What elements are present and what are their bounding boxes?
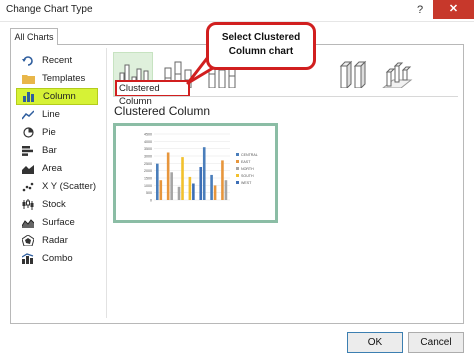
radar-chart-icon xyxy=(21,235,35,247)
subtype-3d-column[interactable] xyxy=(377,52,417,96)
sidebar-item-label: Pie xyxy=(42,127,56,138)
preview-bar xyxy=(188,176,192,200)
sidebar-item-stock[interactable]: Stock xyxy=(16,196,98,213)
preview-tick-label: 500 xyxy=(146,191,152,195)
preview-tick-label: 2000 xyxy=(144,169,152,173)
sidebar-item-templates[interactable]: Templates xyxy=(16,70,98,87)
preview-bar xyxy=(170,172,173,200)
preview-tick-label: 1500 xyxy=(144,177,152,181)
sidebar-divider xyxy=(106,48,107,318)
preview-bar xyxy=(166,152,170,200)
scatter-chart-icon xyxy=(21,181,35,193)
preview-bar xyxy=(192,183,195,200)
folder-icon xyxy=(21,73,35,85)
preview-bar xyxy=(199,167,203,200)
combo-chart-icon xyxy=(21,253,35,265)
sidebar-item-label: Radar xyxy=(42,235,68,246)
chart-category-list: Recent Templates Column Line Pie Bar Are… xyxy=(16,52,108,322)
help-button[interactable]: ? xyxy=(409,2,431,18)
line-chart-icon xyxy=(21,109,35,121)
sidebar-item-label: Column xyxy=(43,91,76,102)
preview-bar xyxy=(181,157,184,200)
preview-tick-label: 0 xyxy=(150,199,152,203)
3d-column-thumb-icon xyxy=(382,62,413,88)
gallery-separator xyxy=(113,96,458,97)
sidebar-item-label: Area xyxy=(42,163,63,174)
title-bar: Change Chart Type ? ✕ xyxy=(0,0,474,22)
tab-all-charts[interactable]: All Charts xyxy=(10,28,58,45)
sidebar-item-recent[interactable]: Recent xyxy=(16,52,98,69)
sidebar-item-label: Stock xyxy=(42,199,66,210)
column-chart-icon xyxy=(22,91,36,103)
preview-tick-label: 1000 xyxy=(144,184,152,188)
recent-icon xyxy=(21,55,35,67)
chart-preview[interactable]: 4500 4000 3500 3000 2500 2000 1500 1000 500 0 CENT… xyxy=(113,123,278,223)
close-button[interactable]: ✕ xyxy=(433,0,474,19)
sidebar-item-pie[interactable]: Pie xyxy=(16,124,98,141)
sidebar-item-combo[interactable]: Combo xyxy=(16,250,98,267)
preview-legend-label: WEST xyxy=(241,181,252,185)
sidebar-item-label: Combo xyxy=(42,253,73,264)
bar-chart-icon xyxy=(21,145,35,157)
preview-bar xyxy=(213,185,217,200)
preview-legend-swatch xyxy=(236,153,239,156)
subtype-3d-100-stacked-column[interactable] xyxy=(333,52,373,96)
preview-tick-label: 4500 xyxy=(144,133,152,137)
preview-legend-swatch xyxy=(236,181,239,184)
preview-legend-swatch xyxy=(236,160,239,163)
preview-legend-label: NORTH xyxy=(241,167,254,171)
sidebar-item-label: X Y (Scatter) xyxy=(42,181,97,192)
stock-chart-icon xyxy=(21,199,35,211)
sidebar-item-bar[interactable]: Bar xyxy=(16,142,98,159)
preview-legend-label: EAST xyxy=(241,160,251,164)
chart-subtype-title: Clustered Column xyxy=(114,104,211,118)
ok-button[interactable]: OK xyxy=(347,332,403,353)
sidebar-item-label: Bar xyxy=(42,145,57,156)
pie-chart-icon xyxy=(21,127,35,139)
preview-tick-label: 3000 xyxy=(144,155,152,159)
sidebar-item-label: Surface xyxy=(42,217,75,228)
preview-tick-label: 2500 xyxy=(144,162,152,166)
preview-tick-label: 4000 xyxy=(144,140,152,144)
sidebar-item-scatter[interactable]: X Y (Scatter) xyxy=(16,178,98,195)
preview-bar xyxy=(224,180,228,200)
sidebar-item-label: Line xyxy=(42,109,60,120)
preview-legend-swatch xyxy=(236,174,239,177)
preview-bar xyxy=(202,147,206,200)
sidebar-item-line[interactable]: Line xyxy=(16,106,98,123)
preview-legend-label: CENTRAL xyxy=(241,153,258,157)
sidebar-item-column[interactable]: Column xyxy=(16,88,98,105)
surface-chart-icon xyxy=(21,217,35,229)
sidebar-item-label: Recent xyxy=(42,55,73,66)
sidebar-item-area[interactable]: Area xyxy=(16,160,98,177)
sidebar-item-label: Templates xyxy=(42,73,86,84)
selected-subtype-label: Clustered Column xyxy=(115,80,190,107)
preview-bar xyxy=(210,174,213,200)
window-title: Change Chart Type xyxy=(6,4,93,15)
preview-bar xyxy=(221,160,224,200)
preview-bar xyxy=(156,163,159,200)
area-chart-icon xyxy=(21,163,35,175)
preview-bar xyxy=(177,186,181,200)
preview-tick-label: 3500 xyxy=(144,147,152,151)
sidebar-item-surface[interactable]: Surface xyxy=(16,214,98,231)
preview-legend-swatch xyxy=(236,167,239,170)
sidebar-item-radar[interactable]: Radar xyxy=(16,232,98,249)
preview-chart-graphic: 4500 4000 3500 3000 2500 2000 1500 1000 500 0 CENT… xyxy=(144,133,258,203)
annotation-callout: Select Clustered Column chart xyxy=(206,22,316,70)
3d-percent-stacked-column-thumb-icon xyxy=(339,60,367,88)
preview-bar xyxy=(159,180,163,200)
cancel-button[interactable]: Cancel xyxy=(408,332,464,353)
preview-legend-label: SOUTH xyxy=(241,174,254,178)
